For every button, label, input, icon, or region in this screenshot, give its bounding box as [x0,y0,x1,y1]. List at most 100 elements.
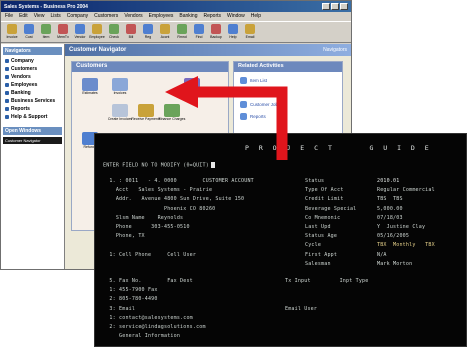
navigator-sidebar: Navigators Company Customers Vendors Employ… [1,44,65,269]
toolbar-button-reg[interactable]: Reg [141,24,155,40]
toolbar-button-cust[interactable]: Cust [22,24,36,40]
terminal-field-label: Cycle [305,242,322,249]
menu-item-employees[interactable]: Employees [149,13,174,20]
maximize-button[interactable] [331,3,339,10]
toolbar-email-icon [245,24,255,34]
terminal-field-label: Last Upd [305,224,331,230]
terminal-field: Phoenix CO 80260 [103,205,216,212]
toolbar-button-help[interactable]: Help [226,24,240,40]
customer-task-create-invoices[interactable]: Create Invoices [108,104,132,121]
toolbar-button-label: Accnt [160,35,170,39]
toolbar-button-item[interactable]: Item [39,24,53,40]
sidebar-item-help-support[interactable]: Help & Support [3,113,62,121]
terminal-field-label: Type Of Acct [305,187,344,194]
terminal-field: 1: Cell Phone Cell User [103,251,197,258]
task-document-icon [82,78,98,91]
terminal-field-label: First Appt [305,251,338,258]
nav-bullet-icon [5,91,9,95]
task-document-icon [112,104,128,117]
toolbar-button-label: Email [245,35,255,39]
activity-link[interactable]: Add Customer [234,84,342,96]
task-label: Receive Payments [131,117,161,121]
terminal-field-value: Mark Morton [377,260,413,267]
window-controls [322,3,348,10]
toolbar-vendor-icon [75,24,85,34]
open-window-item[interactable]: Customer Navigator [3,137,62,144]
sidebar-item-label: Company [11,58,34,64]
navigator-header: Customer Navigator Navigators [65,44,351,56]
sidebar-item-vendors[interactable]: Vendors [3,73,62,81]
activity-icon [240,77,247,84]
terminal-field-label: Status [305,178,325,184]
terminal-field: 1: contact@salesystems.com [103,314,193,321]
terminal-field-value: Regular Commercial [377,187,435,194]
terminal-screen: P R O J E C T G U I D E ENTER FIELD NO T… [94,133,467,347]
toolbar-button-label: Help [229,35,237,39]
minimize-button[interactable] [322,3,330,10]
terminal-field: 5. Fax No. Fax Dest [103,278,193,284]
terminal-field-label: Status Age [305,233,338,240]
sidebar-item-label: Help & Support [11,114,48,120]
toolbar-button-accnt[interactable]: Accnt [158,24,172,40]
terminal-field: Phone 303-455-0510 [103,224,190,230]
menu-item-banking[interactable]: Banking [179,13,197,20]
terminal-prompt[interactable]: ENTER FIELD NO TO MODIFY (0=QUIT) [103,162,215,169]
menu-item-file[interactable]: File [5,13,13,20]
toolbar-backup-icon [211,24,221,34]
toolbar-button-find[interactable]: Find [192,24,206,40]
activity-label: Reports [250,114,266,119]
sidebar-item-customers[interactable]: Customers [3,65,62,73]
menu-item-edit[interactable]: Edit [19,13,28,20]
sidebar-item-label: Business Services [11,98,56,104]
menu-bar: File Edit View Lists Company Customers Vendors… [1,12,351,21]
task-label: Finance Charges [158,117,186,121]
activity-link[interactable]: Item List [234,72,342,84]
toolbar-button-bill[interactable]: Bill [124,24,138,40]
toolbar-button-invoice[interactable]: Invoice [5,24,19,40]
nav-bullet-icon [5,99,9,103]
toolbar-button-label: Invoice [6,35,18,39]
sidebar-item-company[interactable]: Company [3,57,62,65]
toolbar-button-label: Reg [144,35,152,39]
toolbar-button-backup[interactable]: Backup [209,24,223,40]
sidebar-item-label: Reports [11,106,30,112]
terminal-field-value: 07/18/03 [377,214,403,221]
navigators-dropdown[interactable]: Navigators [323,47,347,53]
toolbar-invoice-icon [7,24,17,34]
customer-task-invoices[interactable]: Invoices [108,78,132,95]
toolbar-button-memtx[interactable]: MemTx [56,24,70,40]
customer-task-finance-charges[interactable]: Finance Charges [158,104,186,121]
customer-task-estimates[interactable]: Estimates [78,78,102,95]
toolbar-button-rmnd[interactable]: Rmnd [175,24,189,40]
customer-task-statements[interactable]: Statements [180,78,204,95]
activity-link[interactable]: Customer Jobs [234,96,342,108]
menu-item-window[interactable]: Window [227,13,245,20]
customer-task-receive-payments[interactable]: Receive Payments [131,104,161,121]
menu-item-view[interactable]: View [34,13,45,20]
toolbar-button-email[interactable]: Email [243,24,257,40]
menu-item-lists[interactable]: Lists [50,13,60,20]
activity-link[interactable]: Reports [234,108,342,120]
sidebar-item-reports[interactable]: Reports [3,105,62,113]
sidebar-item-business-services[interactable]: Business Services [3,97,62,105]
menu-item-vendors[interactable]: Vendors [124,13,142,20]
sidebar-item-employees[interactable]: Employees [3,81,62,89]
toolbar-button-vendor[interactable]: Vendor [73,24,87,40]
close-button[interactable] [340,3,348,10]
menu-item-customers[interactable]: Customers [94,13,118,20]
menu-item-company[interactable]: Company [67,13,88,20]
toolbar-button-employee[interactable]: Employee [89,24,105,40]
window-titlebar[interactable]: Sales Systems - Business Pro 2004 [1,1,351,12]
sidebar-item-banking[interactable]: Banking [3,89,62,97]
sidebar-item-label: Customers [11,66,38,72]
nav-bullet-icon [5,107,9,111]
related-activities-title: Related Activities [234,62,342,72]
toolbar-button-label: Rmnd [177,35,187,39]
sidebar-item-label: Vendors [11,74,31,80]
toolbar-help-icon [228,24,238,34]
terminal-field-label: Beverage Special [305,205,357,212]
terminal-field-value: 2010.01 [377,178,400,184]
menu-item-reports[interactable]: Reports [203,13,221,20]
menu-item-help[interactable]: Help [251,13,261,20]
toolbar-button-check[interactable]: Check [107,24,121,40]
